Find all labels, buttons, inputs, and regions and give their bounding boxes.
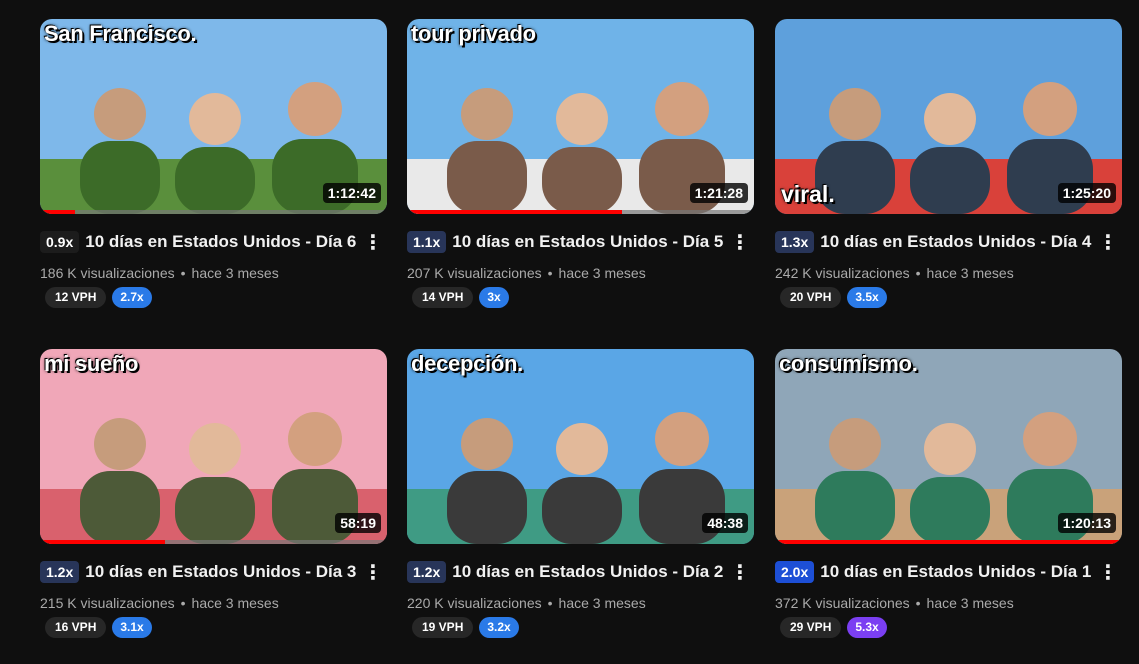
stats-pills: 29 VPH 5.3x — [780, 617, 887, 638]
thumbnail-overlay-text: San Francisco. — [44, 21, 197, 46]
more-vert-icon[interactable]: ⋮ — [728, 228, 752, 256]
view-count: 220 K visualizaciones — [407, 595, 542, 611]
more-vert-icon[interactable]: ⋮ — [728, 558, 752, 586]
outlier-multiplier-badge: 1.2x — [407, 561, 447, 583]
outlier-multiplier-badge: 1.3x — [775, 231, 815, 253]
video-duration: 1:21:28 — [689, 183, 748, 203]
upload-age: hace 3 meses — [191, 595, 279, 611]
upload-age: hace 3 meses — [926, 265, 1014, 281]
video-duration: 48:38 — [702, 513, 748, 533]
stats-pills: 12 VPH 2.7x — [45, 287, 152, 308]
thumbnail-overlay-caption: viral. — [781, 181, 835, 207]
video-title[interactable]: 10 días en Estados Unidos - Día 6 — [85, 232, 356, 252]
stats-pills: 20 VPH 3.5x — [780, 287, 887, 308]
vph-pill: 19 VPH — [412, 617, 474, 638]
video-title[interactable]: 10 días en Estados Unidos - Día 4 — [820, 232, 1091, 252]
video-title[interactable]: 10 días en Estados Unidos - Día 2 — [452, 562, 723, 582]
thumbnail-overlay-text: tour privado — [411, 21, 536, 46]
more-vert-icon[interactable]: ⋮ — [1096, 228, 1120, 256]
video-thumbnail[interactable]: mi sueño 58:19 — [40, 349, 387, 544]
watch-progress-track — [40, 210, 387, 214]
more-vert-icon[interactable]: ⋮ — [361, 228, 385, 256]
video-title-row: 1.1x 10 días en Estados Unidos - Día 5 ⋮ — [407, 228, 754, 256]
video-card[interactable]: viral. 1:25:20 1.3x 10 días en Estados U… — [775, 19, 1122, 308]
view-count: 372 K visualizaciones — [775, 595, 910, 611]
separator-dot: • — [547, 595, 553, 611]
separator-dot: • — [180, 595, 186, 611]
vph-pill: 16 VPH — [45, 617, 107, 638]
video-duration: 58:19 — [335, 513, 381, 533]
video-title[interactable]: 10 días en Estados Unidos - Día 3 — [85, 562, 356, 582]
vph-pill: 14 VPH — [412, 287, 474, 308]
video-metadata: 207 K visualizaciones • hace 3 meses — [407, 265, 646, 281]
thumbnail-overlay-text: mi sueño — [44, 351, 139, 376]
thumbnail-overlay-text: consumismo. — [779, 351, 918, 376]
upload-age: hace 3 meses — [558, 595, 646, 611]
vph-pill: 20 VPH — [780, 287, 842, 308]
thumbnail-overlay-text: decepción. — [411, 351, 523, 376]
video-card[interactable]: San Francisco. 1:12:42 0.9x 10 días en E… — [40, 19, 387, 308]
watch-progress-fill — [40, 210, 75, 214]
video-title-row: 1.2x 10 días en Estados Unidos - Día 2 ⋮ — [407, 558, 754, 586]
watch-progress-track — [407, 210, 754, 214]
outlier-multiplier-badge: 2.0x — [775, 561, 815, 583]
outlier-multiplier-badge: 1.1x — [407, 231, 447, 253]
video-title[interactable]: 10 días en Estados Unidos - Día 1 — [820, 562, 1091, 582]
video-metadata: 215 K visualizaciones • hace 3 meses — [40, 595, 279, 611]
video-metadata: 372 K visualizaciones • hace 3 meses — [775, 595, 1014, 611]
watch-progress-track — [775, 540, 1122, 544]
stats-pills: 14 VPH 3x — [412, 287, 509, 308]
video-duration: 1:12:42 — [322, 183, 381, 203]
video-card[interactable]: consumismo. 1:20:13 2.0x 10 días en Esta… — [775, 349, 1122, 638]
video-thumbnail[interactable]: consumismo. 1:20:13 — [775, 349, 1122, 544]
video-metadata: 242 K visualizaciones • hace 3 meses — [775, 265, 1014, 281]
more-vert-icon[interactable]: ⋮ — [361, 558, 385, 586]
video-thumbnail[interactable]: decepción. 48:38 — [407, 349, 754, 544]
video-thumbnail[interactable]: tour privado 1:21:28 — [407, 19, 754, 214]
stats-pills: 16 VPH 3.1x — [45, 617, 152, 638]
ratio-pill: 3.1x — [112, 617, 152, 638]
stats-pills: 19 VPH 3.2x — [412, 617, 519, 638]
video-card[interactable]: decepción. 48:38 1.2x 10 días en Estados… — [407, 349, 754, 638]
ratio-pill: 2.7x — [112, 287, 152, 308]
vph-pill: 29 VPH — [780, 617, 842, 638]
watch-progress-fill — [407, 210, 623, 214]
video-metadata: 220 K visualizaciones • hace 3 meses — [407, 595, 646, 611]
view-count: 242 K visualizaciones — [775, 265, 910, 281]
view-count: 215 K visualizaciones — [40, 595, 175, 611]
more-vert-icon[interactable]: ⋮ — [1096, 558, 1120, 586]
video-title-row: 1.3x 10 días en Estados Unidos - Día 4 ⋮ — [775, 228, 1122, 256]
outlier-multiplier-badge: 1.2x — [40, 561, 80, 583]
watch-progress-fill — [40, 540, 165, 544]
video-card[interactable]: tour privado 1:21:28 1.1x 10 días en Est… — [407, 19, 754, 308]
video-thumbnail[interactable]: viral. 1:25:20 — [775, 19, 1122, 214]
watch-progress-fill — [775, 540, 1122, 544]
separator-dot: • — [915, 265, 921, 281]
upload-age: hace 3 meses — [558, 265, 646, 281]
video-metadata: 186 K visualizaciones • hace 3 meses — [40, 265, 279, 281]
video-duration: 1:25:20 — [1057, 183, 1116, 203]
upload-age: hace 3 meses — [926, 595, 1014, 611]
view-count: 207 K visualizaciones — [407, 265, 542, 281]
video-card[interactable]: mi sueño 58:19 1.2x 10 días en Estados U… — [40, 349, 387, 638]
ratio-pill: 3x — [479, 287, 509, 308]
video-title-row: 0.9x 10 días en Estados Unidos - Día 6 ⋮ — [40, 228, 387, 256]
video-title-row: 2.0x 10 días en Estados Unidos - Día 1 ⋮ — [775, 558, 1122, 586]
separator-dot: • — [915, 595, 921, 611]
video-thumbnail[interactable]: San Francisco. 1:12:42 — [40, 19, 387, 214]
ratio-pill: 3.2x — [479, 617, 519, 638]
separator-dot: • — [547, 265, 553, 281]
ratio-pill: 5.3x — [847, 617, 887, 638]
video-title-row: 1.2x 10 días en Estados Unidos - Día 3 ⋮ — [40, 558, 387, 586]
outlier-multiplier-badge: 0.9x — [40, 231, 80, 253]
watch-progress-track — [40, 540, 387, 544]
separator-dot: • — [180, 265, 186, 281]
upload-age: hace 3 meses — [191, 265, 279, 281]
view-count: 186 K visualizaciones — [40, 265, 175, 281]
ratio-pill: 3.5x — [847, 287, 887, 308]
video-title[interactable]: 10 días en Estados Unidos - Día 5 — [452, 232, 723, 252]
vph-pill: 12 VPH — [45, 287, 107, 308]
video-duration: 1:20:13 — [1057, 513, 1116, 533]
